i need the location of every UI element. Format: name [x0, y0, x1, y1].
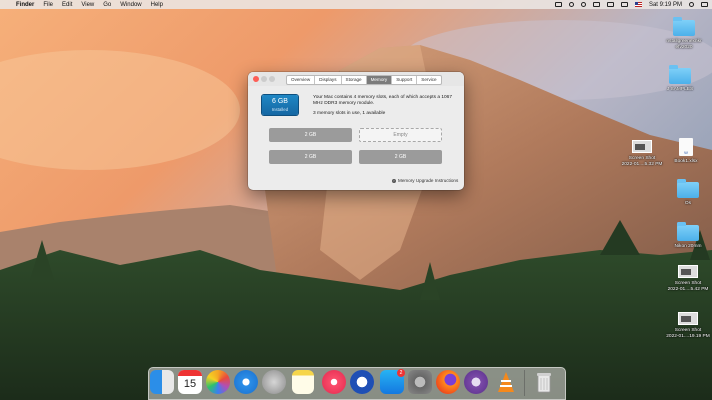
desktop-folder[interactable]: nstallgreenexnkr efv2020: [660, 17, 708, 50]
tab-displays[interactable]: Displays: [315, 76, 342, 84]
trash-icon[interactable]: [532, 370, 556, 394]
menu-go[interactable]: Go: [103, 2, 111, 8]
memory-slot-2: Empty: [359, 128, 442, 142]
window-titlebar[interactable]: Overview Displays Storage Memory Support…: [248, 72, 464, 86]
folder-icon: [677, 179, 699, 198]
memory-upgrade-label: Memory Upgrade Instructions: [398, 178, 459, 183]
volume-icon[interactable]: [606, 2, 614, 7]
memory-upgrade-link[interactable]: › Memory Upgrade Instructions: [392, 178, 458, 183]
memory-slots-summary: 3 memory slots in use, 1 available: [313, 111, 386, 116]
menu-bar: Finder File Edit View Go Window Help Sat…: [0, 0, 712, 9]
menu-file[interactable]: File: [43, 2, 53, 8]
photos-icon[interactable]: [206, 370, 230, 394]
spreadsheet-file-icon: [679, 138, 693, 156]
desktop-folder[interactable]: Os: [666, 179, 710, 207]
memory-slot-1: 2 GB: [269, 128, 352, 142]
close-button[interactable]: [253, 76, 259, 82]
desktop-document[interactable]: Book1.xlsx: [664, 138, 708, 165]
calendar-day: 15: [183, 378, 197, 390]
screen-record-icon[interactable]: [554, 2, 562, 7]
memory-total-badge: 6 GB Installed: [262, 95, 298, 115]
notes-icon[interactable]: [292, 370, 314, 394]
memory-description: Your Mac contains 4 memory slots, each o…: [313, 95, 453, 106]
menu-help[interactable]: Help: [151, 2, 163, 8]
input-source-flag-icon[interactable]: [634, 2, 642, 7]
tab-support[interactable]: Support: [392, 76, 418, 84]
screenshot-thumbnail-icon: [678, 312, 698, 325]
folder-icon: [677, 222, 699, 241]
dock-separator: [524, 370, 525, 396]
tab-storage[interactable]: Storage: [342, 76, 367, 84]
desktop-screenshot[interactable]: Screen Shot 2022-01....5.42 PM: [664, 265, 712, 292]
arrow-circle-icon: ›: [392, 178, 396, 183]
memory-slot-4: 2 GB: [359, 150, 442, 164]
app-store-badge: 2: [397, 369, 405, 377]
system-preferences-icon[interactable]: [408, 370, 432, 394]
finder-icon[interactable]: [150, 370, 174, 394]
time-machine-icon[interactable]: [568, 2, 574, 7]
menubar-status-area: Sat 9:19 PM: [554, 0, 708, 9]
desktop-folder[interactable]: Nikon 20mm: [666, 222, 710, 250]
wifi-icon[interactable]: [592, 2, 600, 7]
launchpad-icon[interactable]: [262, 370, 286, 394]
menu-edit[interactable]: Edit: [62, 2, 72, 8]
vlc-icon[interactable]: [494, 370, 518, 394]
vpn-icon[interactable]: [350, 370, 374, 394]
tab-service[interactable]: Service: [417, 76, 440, 84]
spotlight-search-icon[interactable]: [689, 2, 694, 7]
memory-total-caption: Installed: [271, 107, 289, 112]
folder-icon: [673, 17, 695, 36]
folder-icon: [669, 65, 691, 84]
desktop-wallpaper: [0, 0, 712, 400]
safari-icon[interactable]: [234, 370, 258, 394]
memory-total-value: 6 GB: [272, 98, 288, 105]
tab-bar: Overview Displays Storage Memory Support…: [286, 75, 442, 85]
desktop-screenshot[interactable]: Screen Shot 2022-01....5.32 PM: [618, 140, 666, 167]
menu-view[interactable]: View: [81, 2, 94, 8]
desktop-folder[interactable]: J SAMPLES: [656, 65, 704, 93]
desktop-screenshot[interactable]: Screen Shot 2022-01....19.19 PM: [664, 312, 712, 339]
tor-icon[interactable]: [464, 370, 488, 394]
firefox-icon[interactable]: [436, 370, 460, 394]
menu-finder[interactable]: Finder: [16, 2, 34, 8]
battery-icon[interactable]: [620, 2, 628, 7]
tab-memory[interactable]: Memory: [366, 76, 393, 84]
calendar-icon[interactable]: 15: [178, 370, 202, 394]
menubar-clock[interactable]: Sat 9:19 PM: [649, 2, 682, 8]
screenshot-thumbnail-icon: [632, 140, 652, 153]
notification-center-icon[interactable]: [701, 2, 708, 7]
tab-overview[interactable]: Overview: [287, 76, 316, 84]
screenshot-thumbnail-icon: [678, 265, 698, 278]
app-store-icon[interactable]: 2: [380, 369, 405, 394]
minimize-button[interactable]: [261, 76, 267, 82]
menu-window[interactable]: Window: [120, 2, 141, 8]
memory-slot-3: 2 GB: [269, 150, 352, 164]
music-icon[interactable]: [322, 370, 346, 394]
bluetooth-icon[interactable]: [580, 2, 586, 7]
zoom-button[interactable]: [269, 76, 275, 82]
